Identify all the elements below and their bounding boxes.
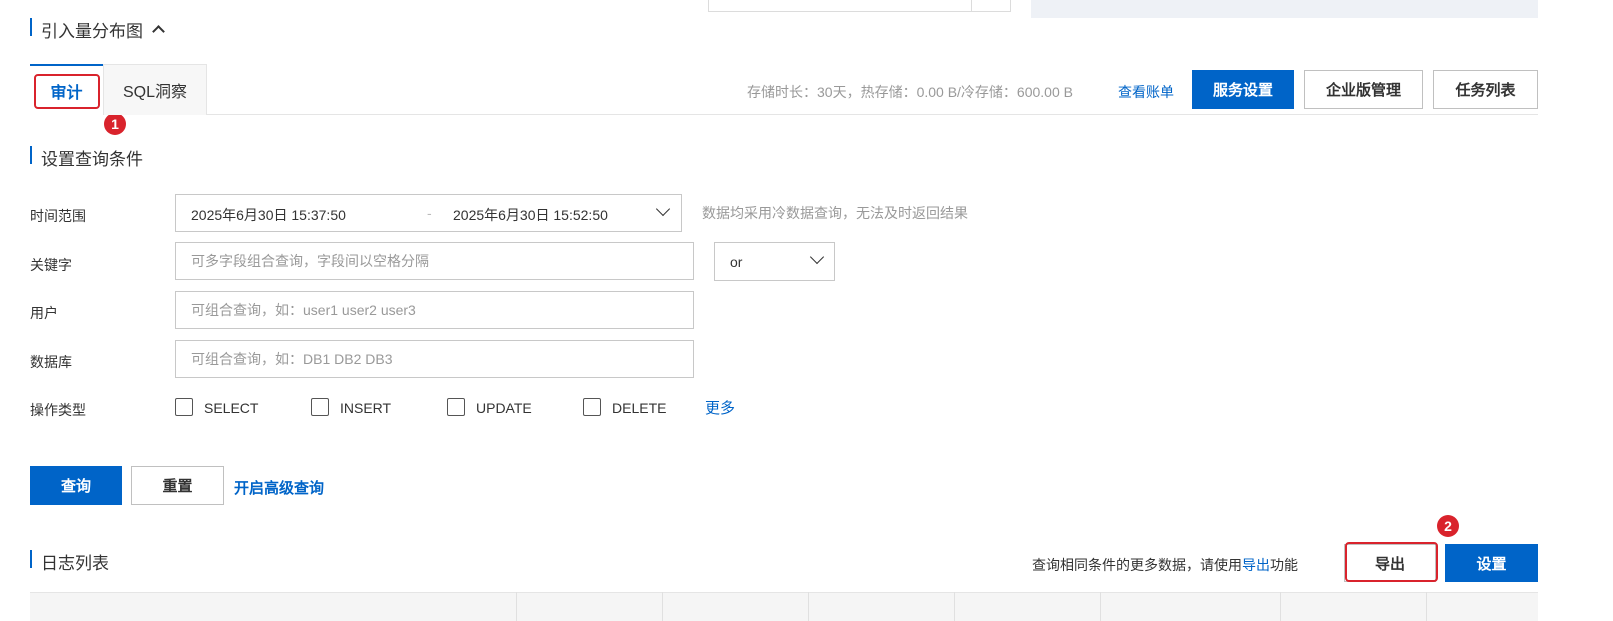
top-info-panel	[1031, 0, 1538, 18]
keyword-operator-value: or	[730, 254, 743, 270]
storage-info: 存储时长：30天，热存储：0.00 B/冷存储：600.00 B	[747, 84, 1073, 100]
export-hint: 查询相同条件的更多数据，请使用导出功能	[1032, 555, 1298, 575]
keyword-input[interactable]: 可多字段组合查询，字段间以空格分隔	[175, 242, 694, 280]
database-input[interactable]: 可组合查询，如：DB1 DB2 DB3	[175, 340, 694, 378]
tab-sql-insight[interactable]: SQL洞察	[103, 64, 207, 115]
delete-checkbox[interactable]	[583, 398, 601, 416]
top-select-button[interactable]	[971, 0, 1011, 12]
distribution-title: 引入量分布图	[41, 22, 143, 41]
top-select[interactable]	[708, 0, 972, 12]
time-range-picker[interactable]: 2025年6月30日 15:37:50 - 2025年6月30日 15:52:5…	[175, 194, 682, 232]
time-range-end: 2025年6月30日 15:52:50	[453, 207, 608, 223]
tab-sql-insight-label: SQL洞察	[122, 84, 188, 101]
section-accent-bar	[30, 550, 32, 568]
service-settings-button[interactable]: 服务设置	[1192, 70, 1294, 109]
log-table-header	[30, 592, 1538, 621]
export-hint-prefix: 查询相同条件的更多数据，请使用	[1032, 557, 1242, 573]
highlight-box-audit	[34, 74, 100, 109]
query-button[interactable]: 查询	[30, 466, 122, 505]
user-input[interactable]: 可组合查询，如：user1 user2 user3	[175, 291, 694, 329]
time-range-label: 时间范围	[30, 208, 86, 224]
log-list-title: 日志列表	[41, 554, 109, 573]
more-operations-link[interactable]: 更多	[705, 397, 735, 418]
insert-checkbox-label: INSERT	[340, 400, 392, 416]
keyword-operator-select[interactable]: or	[714, 242, 835, 281]
log-settings-button[interactable]: 设置	[1445, 544, 1538, 582]
table-column-divider	[954, 592, 955, 621]
operation-type-label: 操作类型	[30, 402, 86, 418]
update-checkbox[interactable]	[447, 398, 465, 416]
chevron-up-icon	[151, 25, 165, 38]
step-badge-1: 1	[104, 113, 126, 135]
export-hint-link[interactable]: 导出	[1242, 557, 1270, 573]
delete-checkbox-label: DELETE	[612, 400, 667, 416]
user-label: 用户	[30, 305, 58, 321]
table-column-divider	[1280, 592, 1281, 621]
table-column-divider	[808, 592, 809, 621]
advanced-query-link[interactable]: 开启高级查询	[234, 477, 324, 498]
view-bill-link[interactable]: 查看账单	[1118, 82, 1174, 102]
select-checkbox-label: SELECT	[204, 400, 259, 416]
export-hint-suffix: 功能	[1270, 557, 1298, 573]
collapse-toggle[interactable]	[148, 19, 168, 39]
table-column-divider	[662, 592, 663, 621]
section-accent-bar	[30, 18, 32, 36]
step-badge-2: 2	[1437, 515, 1459, 537]
select-checkbox[interactable]	[175, 398, 193, 416]
chevron-down-icon	[655, 201, 671, 217]
keyword-label: 关键字	[30, 257, 72, 273]
update-checkbox-label: UPDATE	[476, 400, 532, 416]
table-column-divider	[1426, 592, 1427, 621]
table-column-divider	[516, 592, 517, 621]
tab-bar-divider	[30, 114, 1538, 115]
insert-checkbox[interactable]	[311, 398, 329, 416]
task-list-button[interactable]: 任务列表	[1433, 70, 1538, 109]
chevron-down-icon	[809, 249, 825, 265]
time-range-separator: -	[427, 205, 432, 221]
cold-data-hint: 数据均采用冷数据查询，无法及时返回结果	[702, 205, 968, 221]
query-conditions-title: 设置查询条件	[41, 150, 143, 169]
time-range-start: 2025年6月30日 15:37:50	[191, 207, 346, 223]
enterprise-management-button[interactable]: 企业版管理	[1304, 70, 1423, 109]
highlight-box-export	[1345, 542, 1438, 582]
table-column-divider	[1100, 592, 1101, 621]
section-accent-bar	[30, 146, 32, 164]
database-label: 数据库	[30, 354, 72, 370]
reset-button[interactable]: 重置	[131, 466, 224, 505]
